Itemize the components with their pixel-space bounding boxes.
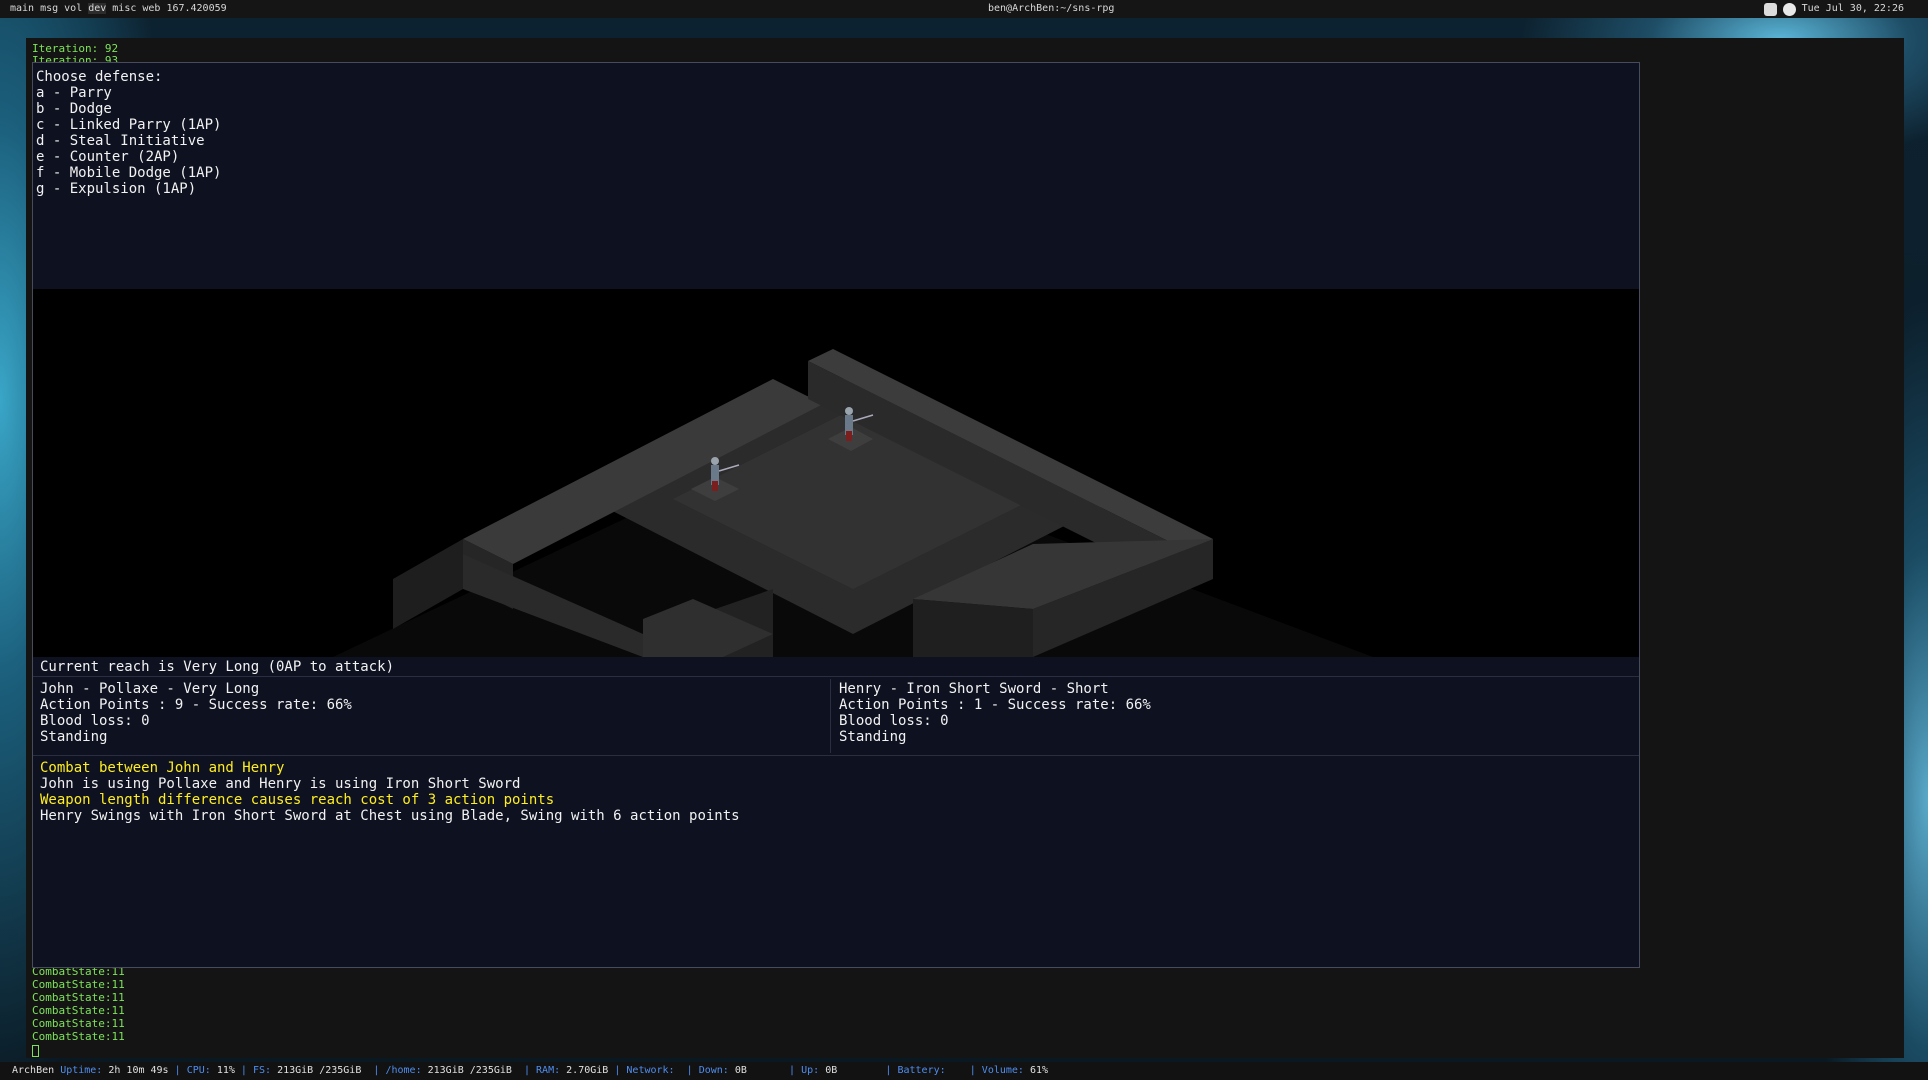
log-line: Weapon length difference causes reach co…	[40, 792, 555, 808]
isometric-arena-view[interactable]	[33, 289, 1639, 657]
terminal-line: Iteration: 93	[32, 54, 119, 62]
battery-label: Battery:	[897, 1065, 946, 1076]
fighter-blood-loss: Blood loss: 0	[839, 713, 949, 729]
down-label: Down:	[698, 1065, 729, 1076]
volume-value: 61%	[1029, 1065, 1049, 1076]
defense-menu: Choose defense: a - Parry b - Dodge c - …	[33, 63, 1639, 289]
fighter-action-points: Action Points : 1 - Success rate: 66%	[839, 697, 1151, 713]
fighter-stance: Standing	[839, 729, 907, 745]
fighter-action-points: Action Points : 9 - Success rate: 66%	[40, 697, 352, 713]
fighter-stance: Standing	[40, 729, 108, 745]
fighter-weapon-line: John - Pollaxe - Very Long	[40, 681, 260, 697]
workspace-misc[interactable]: misc	[112, 3, 136, 14]
terminal-line: CombatState:11	[32, 1017, 125, 1030]
defense-option-parry[interactable]: a - Parry	[36, 85, 1639, 101]
down-value: 0B	[734, 1065, 747, 1076]
uptime-label: Uptime:	[60, 1065, 103, 1076]
workspace-msg[interactable]: msg	[40, 3, 58, 14]
workspace-main[interactable]: main	[10, 3, 34, 14]
workspace-vol[interactable]: vol	[64, 3, 82, 14]
log-line: John is using Pollaxe and Henry is using…	[40, 776, 521, 792]
ram-label: RAM:	[536, 1065, 561, 1076]
cpu-value: 11%	[216, 1065, 235, 1076]
defense-option-expulsion[interactable]: g - Expulsion (1AP)	[36, 181, 1639, 197]
ram-value: 2.70GiB	[566, 1065, 609, 1076]
defense-option-mobile-dodge[interactable]: f - Mobile Dodge (1AP)	[36, 165, 1639, 181]
volume-label: Volume:	[981, 1065, 1024, 1076]
status-host: ArchBen	[12, 1065, 55, 1076]
log-line: Henry Swings with Iron Short Sword at Ch…	[40, 808, 740, 824]
log-line: Combat between John and Henry	[40, 760, 285, 776]
status-bar: ArchBen Uptime: 2h 10m 49s | CPU: 11% | …	[0, 1062, 1928, 1080]
clock-counter: 167.420059	[166, 3, 227, 14]
steam-icon[interactable]	[1782, 2, 1796, 16]
fighter-stats-henry: Henry - Iron Short Sword - Short Action …	[832, 679, 1630, 753]
terminal-line: CombatState:11	[32, 1030, 125, 1043]
workspace-web[interactable]: web	[142, 3, 160, 14]
defense-option-dodge[interactable]: b - Dodge	[36, 101, 1639, 117]
up-value: 0B	[825, 1065, 838, 1076]
cpu-label: CPU:	[186, 1065, 211, 1076]
defense-option-linked-parry[interactable]: c - Linked Parry (1AP)	[36, 117, 1639, 133]
uptime-value: 2h 10m 49s	[108, 1065, 169, 1076]
home-value: 213GiB /235GiB	[427, 1065, 512, 1076]
discord-icon[interactable]	[1763, 2, 1777, 16]
defense-option-steal-initiative[interactable]: d - Steal Initiative	[36, 133, 1639, 149]
home-label: /home:	[385, 1065, 422, 1076]
workspace-dev[interactable]: dev	[88, 3, 107, 14]
fs-value: 213GiB /235GiB	[277, 1065, 362, 1076]
fighter-blood-loss: Blood loss: 0	[40, 713, 150, 729]
terminal-cursor	[32, 1045, 39, 1057]
fighter-weapon-line: Henry - Iron Short Sword - Short	[839, 681, 1109, 697]
network-label: Network:	[626, 1065, 675, 1076]
reach-status: Current reach is Very Long (0AP to attac…	[33, 657, 1639, 677]
system-tray: Tue Jul 30, 22:26	[1763, 0, 1904, 18]
top-panel: main msg vol dev misc web 167.420059 ben@ArchB…	[0, 0, 1928, 18]
terminal-line: CombatState:11	[32, 1004, 125, 1017]
terminal-line: CombatState:11	[32, 991, 125, 1004]
defense-option-counter[interactable]: e - Counter (2AP)	[36, 149, 1639, 165]
fighter-stats-john: John - Pollaxe - Very Long Action Points…	[33, 679, 831, 753]
workspace-switcher: main msg vol dev misc web 167.420059	[10, 0, 233, 18]
menu-title: Choose defense:	[36, 69, 163, 85]
arena-render	[333, 349, 1373, 657]
fs-label: FS:	[252, 1065, 272, 1076]
game-window[interactable]: Choose defense: a - Parry b - Dodge c - …	[32, 62, 1640, 968]
terminal-line: CombatState:11	[32, 978, 125, 991]
combat-log: Combat between John and Henry John is us…	[33, 755, 1639, 967]
up-label: Up:	[801, 1065, 820, 1076]
window-title: ben@ArchBen:~/sns-rpg	[988, 3, 1115, 14]
datetime[interactable]: Tue Jul 30, 22:26	[1802, 0, 1904, 18]
